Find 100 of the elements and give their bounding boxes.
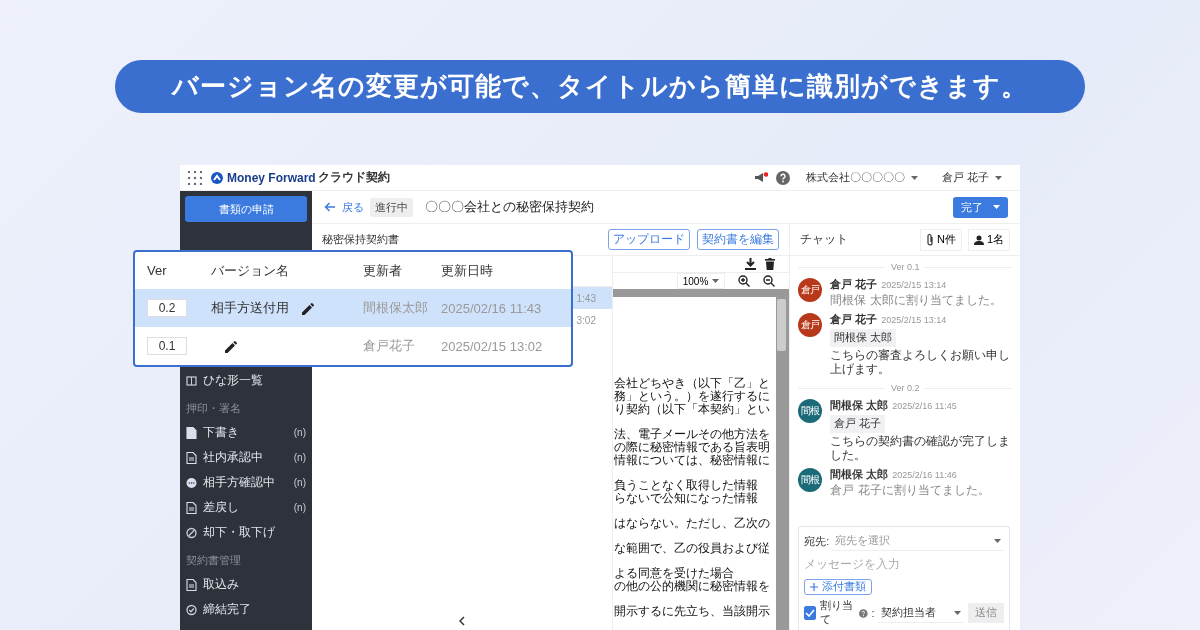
- column-header: 更新日時: [441, 261, 494, 280]
- outline-button[interactable]: アップロード: [608, 229, 691, 250]
- logo-icon: [210, 170, 224, 185]
- caret-icon: [993, 205, 1000, 209]
- document-name: 秘密保持契約書: [322, 232, 399, 247]
- document-text-line: 務」という。）を遂行するに: [614, 390, 771, 403]
- back-link[interactable]: 戻る: [342, 199, 364, 215]
- user-avatar: 倉戸: [798, 312, 823, 337]
- megaphone-icon[interactable]: [753, 171, 768, 184]
- version-number-field[interactable]: 0.1: [147, 337, 187, 355]
- updated-time: 2025/02/15 13:02: [441, 338, 544, 354]
- sidebar-item[interactable]: 取込み: [203, 576, 306, 593]
- sender-name: 倉戸 花子: [830, 278, 878, 292]
- message-time: 2025/2/15 13:14: [881, 314, 947, 325]
- zoom-out-icon[interactable]: [763, 275, 776, 287]
- updated-time: 2025/02/16 11:43: [441, 300, 543, 316]
- sidebar-section-title: 契約書管理: [185, 553, 242, 568]
- column-header: Ver: [147, 263, 168, 278]
- trash-icon[interactable]: [765, 258, 776, 270]
- mention-tag: 倉戸 花子: [830, 415, 886, 434]
- plus-icon: [810, 583, 819, 591]
- caret-icon: [712, 279, 720, 283]
- document-text-line: の際に秘密情報である旨表明: [614, 441, 771, 454]
- message-time: 2025/2/15 13:14: [881, 280, 947, 290]
- document-text-line: らないで公知になった情報: [614, 492, 759, 505]
- status-badge: 進行中: [370, 197, 413, 217]
- company-dropdown[interactable]: 株式会社〇〇〇〇〇: [797, 170, 926, 185]
- back-arrow-icon[interactable]: [324, 202, 336, 212]
- pencil-icon[interactable]: [301, 300, 316, 316]
- help-icon[interactable]: [775, 170, 790, 185]
- sidebar-item[interactable]: 社内承認中: [203, 449, 288, 466]
- headline-banner: バージョン名の変更が可能で、タイトルから簡単に識別ができます。: [115, 60, 1085, 113]
- document-text-line: 開示するに先立ち、当該開示: [614, 605, 771, 618]
- chat-bubble-icon: [186, 476, 197, 489]
- sidebar-item[interactable]: 相手方確認中: [203, 474, 288, 491]
- outline-button[interactable]: 契約書を編集: [697, 229, 780, 250]
- sidebar-item[interactable]: 差戻し: [203, 499, 288, 516]
- caret-icon: [954, 610, 962, 615]
- document-icon: [186, 578, 197, 591]
- message-text: こちらの契約書の確認が完了しました。: [830, 435, 1012, 463]
- assign-label: 割り当て: [820, 599, 855, 627]
- document-text-line: よる同意を受けた場合: [614, 567, 734, 580]
- paperclip-icon: [925, 233, 934, 246]
- attach-button[interactable]: 添付書類: [804, 579, 873, 595]
- document-icon: [186, 426, 197, 439]
- message-text: こちらの審査よろしくお願い申し上げます。: [830, 348, 1012, 377]
- user-avatar: 間根: [798, 468, 823, 492]
- prohibited-icon: [186, 526, 197, 539]
- caret-icon: [994, 539, 1001, 543]
- chat-title: チャット: [800, 231, 849, 248]
- sidebar-item[interactable]: 締結完了: [203, 601, 306, 618]
- sidebar-item[interactable]: 下書き: [203, 424, 288, 441]
- version-divider-label: Ver 0.2: [890, 383, 920, 394]
- zoom-dropdown[interactable]: 100%: [676, 273, 726, 289]
- complete-button[interactable]: 完了: [953, 196, 1008, 218]
- members-button[interactable]: 1名: [967, 228, 1010, 251]
- column-header: バージョン名: [211, 261, 290, 280]
- document-text-line: の他の公的機関に秘密情報を: [614, 580, 771, 593]
- download-icon[interactable]: [745, 258, 757, 270]
- version-table-row[interactable]: 0.2 相手方送付用 間根保太郎 2025/02/16 11:43: [135, 289, 571, 327]
- column-header: 更新者: [363, 261, 403, 280]
- sidebar-item[interactable]: ひな形一覧: [203, 372, 306, 389]
- item-count: (n): [293, 477, 306, 488]
- collapse-chevron-icon[interactable]: [459, 616, 465, 626]
- assign-checkbox[interactable]: [804, 606, 817, 620]
- caret-icon: [910, 175, 918, 180]
- contract-title: 〇〇〇会社との秘密保持契約: [425, 198, 594, 216]
- document-text-line: はならない。ただし、乙次の: [614, 517, 771, 530]
- document-text-line: 法、電子メールその他方法を: [614, 428, 771, 441]
- message-text: 倉戸 花子に割り当てました。: [830, 484, 990, 498]
- attachments-button[interactable]: N件: [919, 228, 962, 251]
- document-text-line: 情報については、秘密情報に: [614, 454, 771, 467]
- sidebar-section-title: 押印・署名: [185, 401, 242, 416]
- version-number-field[interactable]: 0.2: [147, 299, 187, 317]
- product-name: クラウド契約: [317, 169, 390, 186]
- apply-button[interactable]: 書類の申請: [185, 196, 307, 222]
- user-avatar: 倉戸: [798, 278, 823, 302]
- user-dropdown[interactable]: 倉戸 花子: [933, 170, 1010, 185]
- assignee-select[interactable]: 契約担当者: [878, 603, 965, 623]
- message-time: 2025/2/16 11:46: [892, 470, 957, 480]
- caret-icon: [995, 175, 1002, 180]
- updater-name: 倉戸花子: [363, 337, 416, 355]
- mention-tag: 間根保 太郎: [830, 328, 897, 347]
- check-circle-icon: [186, 603, 197, 616]
- scrollbar-thumb[interactable]: [777, 299, 787, 351]
- version-table-row[interactable]: 0.1 倉戸花子 2025/02/15 13:02: [135, 327, 571, 365]
- brand-name: Money Forward: [227, 170, 316, 185]
- document-text-line: り契約（以下「本契約」とい: [614, 403, 771, 416]
- sidebar-item[interactable]: 却下・取下げ: [203, 524, 306, 541]
- help-icon[interactable]: [858, 607, 868, 619]
- item-count: (n): [293, 502, 306, 513]
- app-grid-icon[interactable]: [188, 170, 202, 185]
- pencil-icon[interactable]: [224, 338, 239, 354]
- version-name: 相手方送付用: [211, 299, 289, 317]
- message-text: 間根保 太郎に割り当てました。: [830, 294, 1002, 308]
- item-count: (n): [293, 427, 306, 438]
- updater-name: 間根保太郎: [363, 299, 429, 317]
- zoom-in-icon[interactable]: [738, 275, 751, 287]
- user-avatar: 間根: [798, 399, 823, 424]
- recipient-label: 宛先:: [804, 534, 830, 549]
